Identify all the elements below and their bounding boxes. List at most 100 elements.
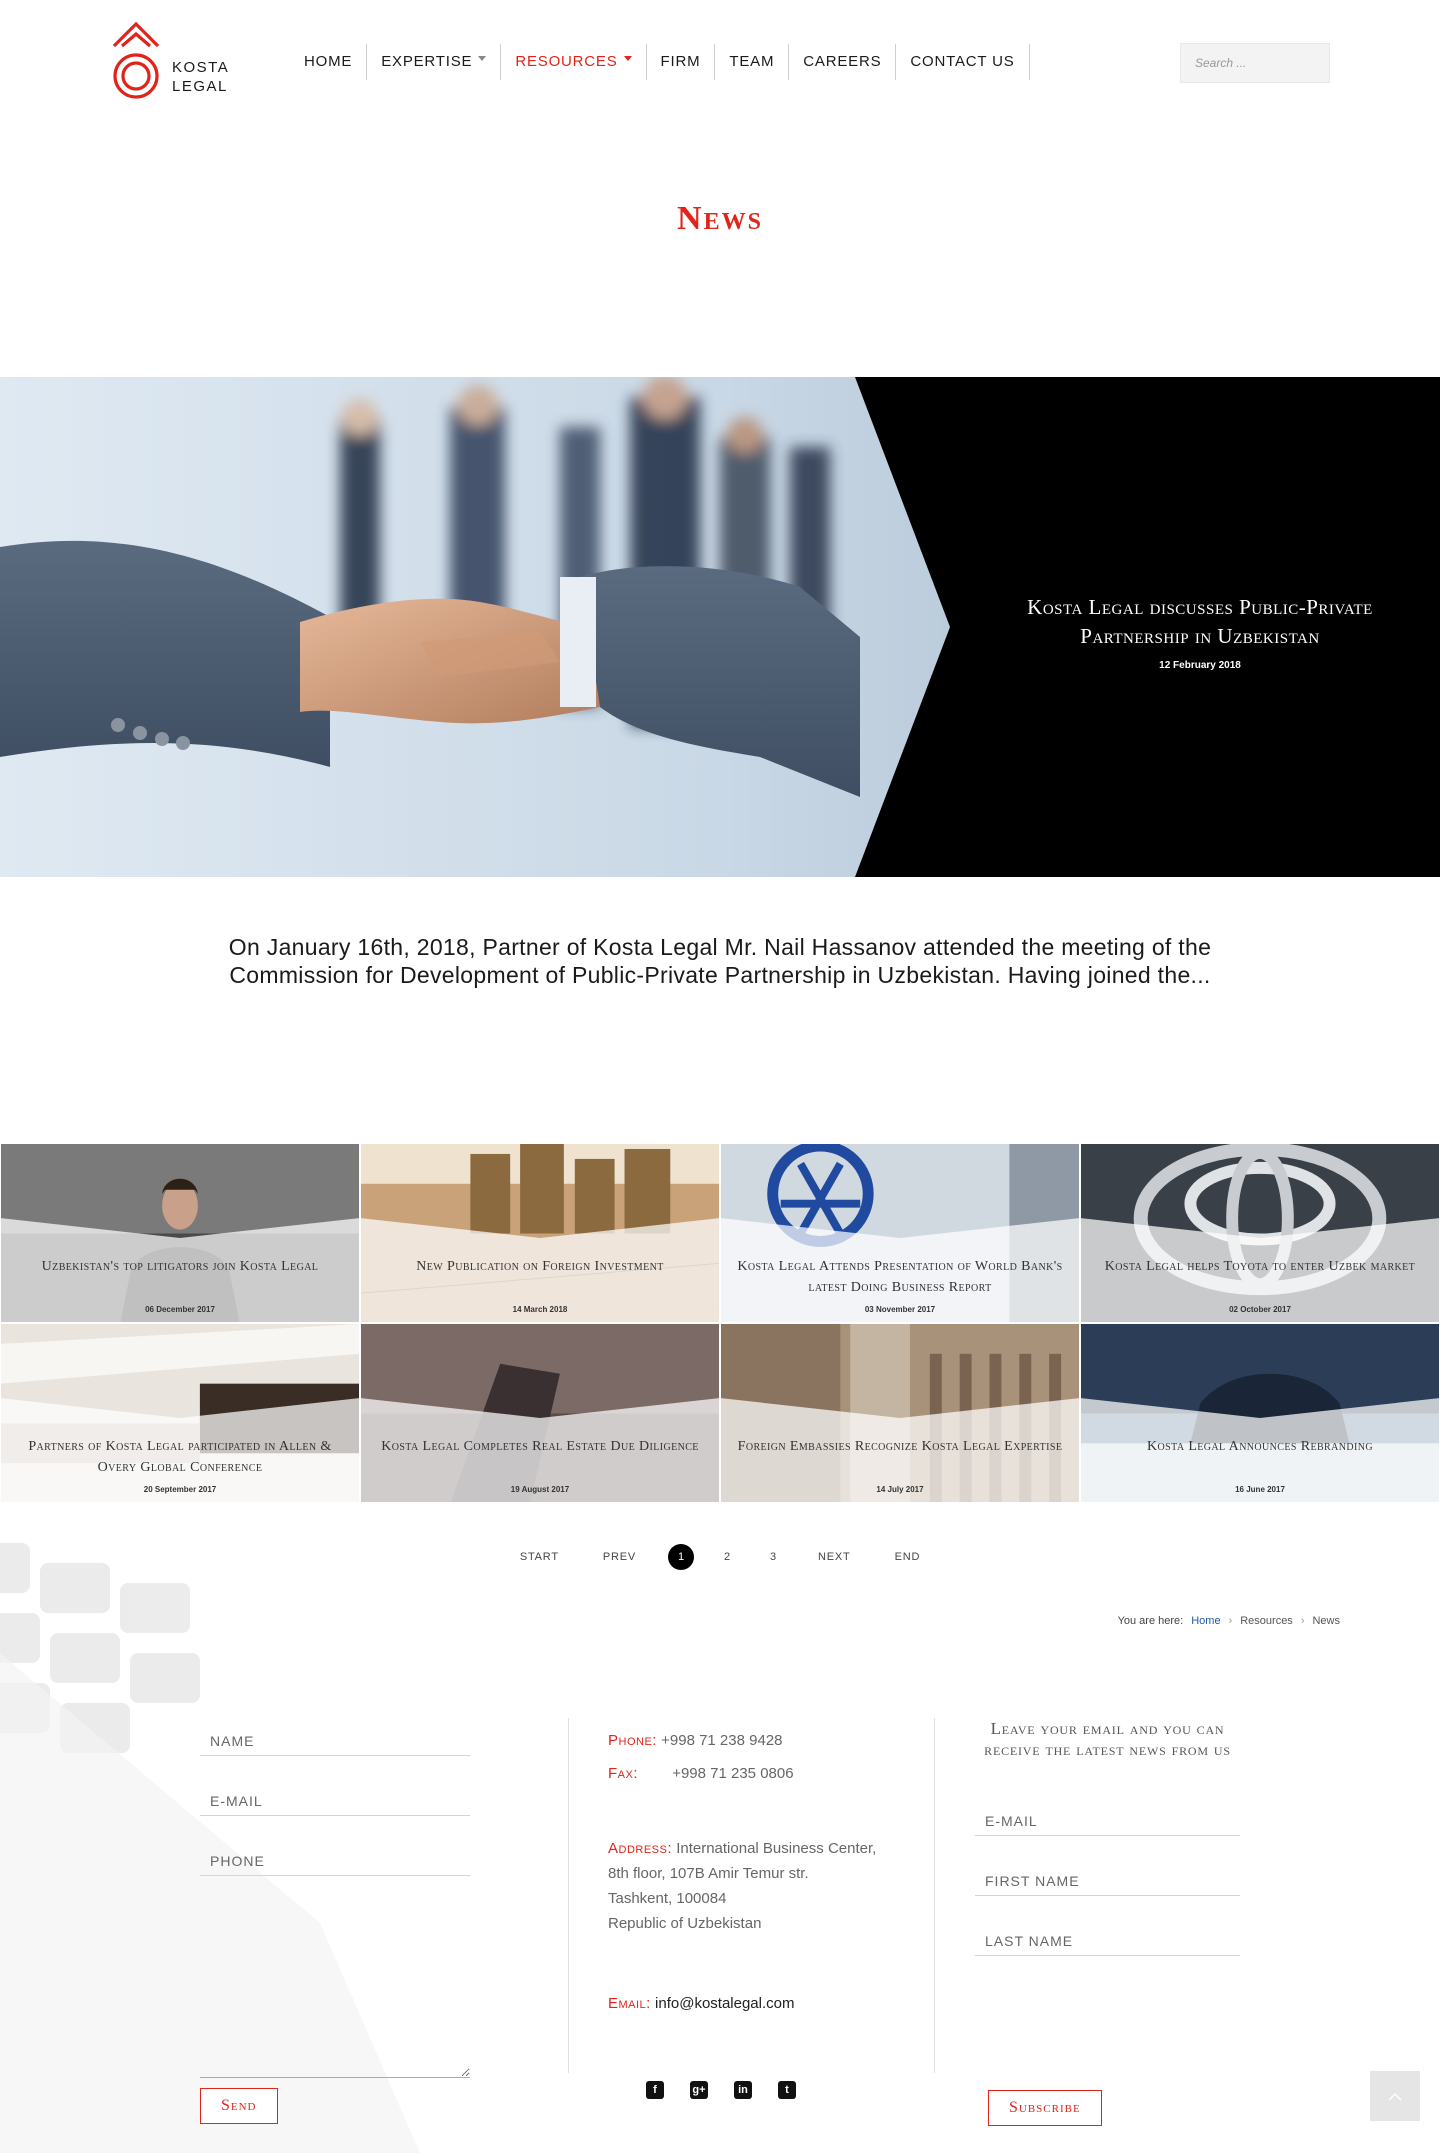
- pagination-start[interactable]: START: [498, 1551, 581, 1563]
- facebook-icon[interactable]: f: [646, 2081, 664, 2099]
- breadcrumb: You are here: Home › Resources › News: [1118, 1615, 1340, 1627]
- nav-home[interactable]: HOME: [290, 44, 368, 80]
- news-card-date: 14 March 2018: [512, 1305, 568, 1314]
- news-card-title[interactable]: Kosta Legal Attends Presentation of Worl…: [731, 1256, 1069, 1298]
- phone-field[interactable]: [200, 1828, 470, 1876]
- fax-value: +998 71 235 0806: [672, 1765, 794, 1782]
- news-card[interactable]: Kosta Legal Announces Rebranding 16 June…: [1080, 1323, 1440, 1503]
- news-card[interactable]: Foreign Embassies Recognize Kosta Legal …: [720, 1323, 1080, 1503]
- phone-value[interactable]: +998 71 238 9428: [661, 1732, 782, 1749]
- news-card-date: 20 September 2017: [143, 1485, 217, 1494]
- news-card[interactable]: Partners of Kosta Legal participated in …: [0, 1323, 360, 1503]
- news-card-title[interactable]: Partners of Kosta Legal participated in …: [11, 1436, 349, 1478]
- first-name-field[interactable]: [975, 1848, 1240, 1896]
- news-grid: Uzbekistan's top litigators join Kosta L…: [0, 1143, 1440, 1503]
- google-plus-icon[interactable]: g+: [690, 2081, 708, 2099]
- featured-news-hero[interactable]: Kosta Legal discusses Public-Private Par…: [0, 377, 1440, 877]
- nav-resources-label: RESOURCES: [515, 53, 618, 70]
- address-line1: International Business Center,: [676, 1840, 877, 1857]
- logo-wordmark: KOSTA LEGAL: [172, 58, 229, 96]
- pagination-prev[interactable]: PREV: [581, 1551, 658, 1563]
- site-footer: Send Phone: +998 71 238 9428 Fax: +998 7…: [0, 1503, 1440, 2153]
- nav-team-label: TEAM: [729, 53, 775, 70]
- newsletter-form: Leave your email and you can receive the…: [975, 1718, 1240, 1968]
- news-card[interactable]: New Publication on Foreign Investment 14…: [360, 1143, 720, 1323]
- news-card-title[interactable]: Kosta Legal helps Toyota to enter Uzbek …: [1091, 1256, 1429, 1277]
- pagination-next[interactable]: NEXT: [796, 1551, 873, 1563]
- contact-info: Phone: +998 71 238 9428 Fax: +998 71 235…: [608, 1728, 888, 2024]
- pagination: START PREV 1 2 3 NEXT END: [0, 1544, 1440, 1570]
- address-row: Address: International Business Center, …: [608, 1836, 888, 1936]
- fax-label: Fax:: [608, 1765, 639, 1782]
- address-line2: 8th floor, 107B Amir Temur str.: [608, 1865, 809, 1882]
- twitter-icon[interactable]: t: [778, 2081, 796, 2099]
- breadcrumb-current: News: [1312, 1615, 1340, 1627]
- main-nav: HOME EXPERTISE RESOURCES FIRM TEAM CAREE…: [290, 44, 1030, 80]
- address-line4: Republic of Uzbekistan: [608, 1915, 762, 1932]
- email-link[interactable]: info@kostalegal.com: [655, 1995, 794, 2012]
- nav-careers-label: CAREERS: [803, 53, 882, 70]
- news-card-date: 19 August 2017: [510, 1485, 570, 1494]
- linkedin-icon[interactable]: in: [734, 2081, 752, 2099]
- news-card-date: 14 July 2017: [876, 1485, 924, 1494]
- news-card-title[interactable]: Foreign Embassies Recognize Kosta Legal …: [731, 1436, 1069, 1457]
- nav-firm[interactable]: FIRM: [647, 44, 716, 80]
- news-card-title[interactable]: Kosta Legal Announces Rebranding: [1091, 1436, 1429, 1457]
- subscribe-button[interactable]: Subscribe: [988, 2090, 1102, 2126]
- nav-expertise[interactable]: EXPERTISE: [367, 44, 502, 80]
- chevron-up-icon: [1388, 2093, 1402, 2101]
- hero-title[interactable]: Kosta Legal discusses Public-Private Par…: [980, 593, 1420, 651]
- chevron-down-icon: [623, 55, 632, 61]
- news-card[interactable]: Uzbekistan's top litigators join Kosta L…: [0, 1143, 360, 1323]
- scroll-to-top-button[interactable]: [1370, 2071, 1420, 2121]
- pagination-page-1[interactable]: 1: [668, 1544, 695, 1570]
- breadcrumb-prefix: You are here:: [1117, 1615, 1184, 1627]
- nav-resources[interactable]: RESOURCES: [501, 44, 647, 80]
- pagination-page-2[interactable]: 2: [714, 1544, 740, 1570]
- breadcrumb-separator: ›: [1228, 1615, 1233, 1627]
- name-field[interactable]: [200, 1708, 470, 1756]
- news-card[interactable]: Kosta Legal Completes Real Estate Due Di…: [360, 1323, 720, 1503]
- send-button[interactable]: Send: [200, 2088, 278, 2124]
- nav-team[interactable]: TEAM: [715, 44, 790, 80]
- site-header: KOSTA LEGAL HOME EXPERTISE RESOURCES FIR…: [0, 0, 1440, 125]
- logo-text-line1: KOSTA: [172, 59, 230, 76]
- news-card-title[interactable]: New Publication on Foreign Investment: [371, 1256, 709, 1277]
- address-label: Address:: [608, 1840, 673, 1857]
- breadcrumb-resources[interactable]: Resources: [1240, 1615, 1293, 1627]
- search-input[interactable]: [1180, 43, 1330, 83]
- email-field[interactable]: [200, 1768, 470, 1816]
- card-overlay: [361, 1398, 719, 1502]
- site-logo[interactable]: KOSTA LEGAL: [110, 18, 230, 102]
- last-name-field[interactable]: [975, 1908, 1240, 1956]
- hero-date: 12 February 2018: [1159, 660, 1241, 671]
- nav-contact[interactable]: CONTACT US: [896, 44, 1030, 80]
- breadcrumb-home[interactable]: Home: [1191, 1615, 1220, 1627]
- nav-firm-label: FIRM: [660, 53, 701, 70]
- nav-careers[interactable]: CAREERS: [789, 44, 897, 80]
- pagination-page-3[interactable]: 3: [760, 1544, 786, 1570]
- news-card-date: 16 June 2017: [1235, 1485, 1285, 1494]
- newsletter-email-field[interactable]: [975, 1788, 1240, 1836]
- pagination-end[interactable]: END: [873, 1551, 943, 1563]
- news-card-title[interactable]: Uzbekistan's top litigators join Kosta L…: [11, 1256, 349, 1277]
- breadcrumb-separator: ›: [1300, 1615, 1305, 1627]
- fax-row: Fax: +998 71 235 0806: [608, 1761, 888, 1786]
- social-links: f g+ in t: [646, 2081, 796, 2099]
- news-card[interactable]: Kosta Legal Attends Presentation of Worl…: [720, 1143, 1080, 1323]
- address-line3: Tashkent, 100084: [608, 1890, 727, 1907]
- message-textarea[interactable]: [200, 1888, 470, 2078]
- news-card-title[interactable]: Kosta Legal Completes Real Estate Due Di…: [371, 1436, 709, 1457]
- footer-divider: [568, 1718, 569, 2073]
- email-row: Email: info@kostalegal.com: [608, 1991, 888, 2016]
- card-overlay: [1081, 1398, 1439, 1502]
- chevron-down-icon: [478, 55, 487, 61]
- nav-home-label: HOME: [304, 53, 353, 70]
- footer-divider: [934, 1718, 935, 2073]
- news-card[interactable]: Kosta Legal helps Toyota to enter Uzbek …: [1080, 1143, 1440, 1323]
- logo-text-line2: LEGAL: [172, 78, 228, 95]
- newsletter-text: Leave your email and you can receive the…: [984, 1719, 1231, 1759]
- phone-row: Phone: +998 71 238 9428: [608, 1728, 888, 1753]
- card-overlay: [1081, 1218, 1439, 1322]
- phone-label: Phone:: [608, 1732, 657, 1749]
